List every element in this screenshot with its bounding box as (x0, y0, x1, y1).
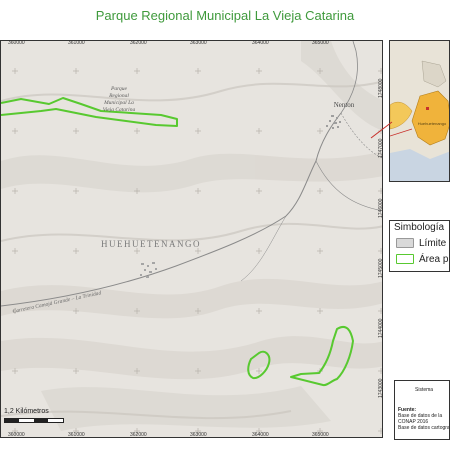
x-tick-label: 361000 (68, 432, 85, 438)
x-tick-label: 360000 (8, 40, 25, 46)
legend-item-protected-area: Área pr (396, 254, 450, 265)
x-tick-label: 362000 (130, 432, 147, 438)
x-tick-label: 364000 (252, 40, 269, 46)
x-tick-label: 364000 (252, 432, 269, 438)
park-label-line: Municipal La (103, 100, 134, 106)
park-label-line: Parque (110, 86, 128, 92)
settlement-nenton (326, 115, 341, 129)
park-label: Parque Regional Municipal La Vieja Catar… (103, 86, 136, 113)
x-tick-label: 363000 (190, 432, 207, 438)
locator-map[interactable]: Huehuetenango (389, 40, 450, 182)
sources-line: Base de datos cartogra (398, 425, 450, 431)
main-map[interactable]: Parque Regional Municipal La Vieja Catar… (0, 40, 383, 438)
y-tick-label: 1746000 (378, 198, 384, 218)
locator-connector (370, 121, 393, 139)
y-tick-label: 1743000 (378, 378, 384, 398)
locator-canvas: Huehuetenango (390, 41, 449, 181)
boundary-swatch (396, 238, 414, 249)
legend-title: Simbología (394, 222, 445, 233)
legend-item-label: Límite (419, 238, 447, 249)
park-label-line: Regional (108, 93, 129, 99)
park-label-line: Vieja Catarina (103, 107, 136, 113)
legend-panel: Simbología Límite Área pr (389, 220, 450, 272)
locator-region-label: Huehuetenango (418, 121, 447, 126)
legend-item-boundary: Límite (396, 238, 446, 249)
x-tick-label: 360000 (8, 432, 25, 438)
scale-bar (4, 418, 64, 423)
x-tick-label: 362000 (130, 40, 147, 46)
y-tick-label: 1745000 (378, 258, 384, 278)
y-tick-label: 1747000 (378, 138, 384, 158)
grid-crosses (12, 68, 382, 434)
map-title: Parque Regional Municipal La Vieja Catar… (95, 8, 355, 23)
map-canvas: Parque Regional Municipal La Vieja Catar… (1, 41, 382, 434)
department-label: HUEHUETENANGO (101, 239, 201, 249)
y-tick-label: 1744000 (378, 318, 384, 338)
legend-item-label: Área pr (419, 254, 450, 265)
road-main (1, 112, 342, 307)
x-tick-label: 361000 (68, 40, 85, 46)
sources-panel: Sistema Fuente: Base de datos de la CONA… (394, 380, 450, 440)
x-tick-label: 363000 (190, 40, 207, 46)
y-tick-label: 1748000 (378, 78, 384, 98)
sources-heading: Sistema (415, 387, 434, 393)
town-label-nenton: Nenton (334, 101, 355, 109)
locator-marker (426, 107, 429, 110)
protected-area-swatch (396, 254, 414, 265)
x-tick-label: 365000 (312, 432, 329, 438)
scale-label: 1,2 Kilómetros (4, 408, 49, 415)
park-north-polygon (1, 97, 178, 127)
x-tick-label: 365000 (312, 40, 329, 46)
